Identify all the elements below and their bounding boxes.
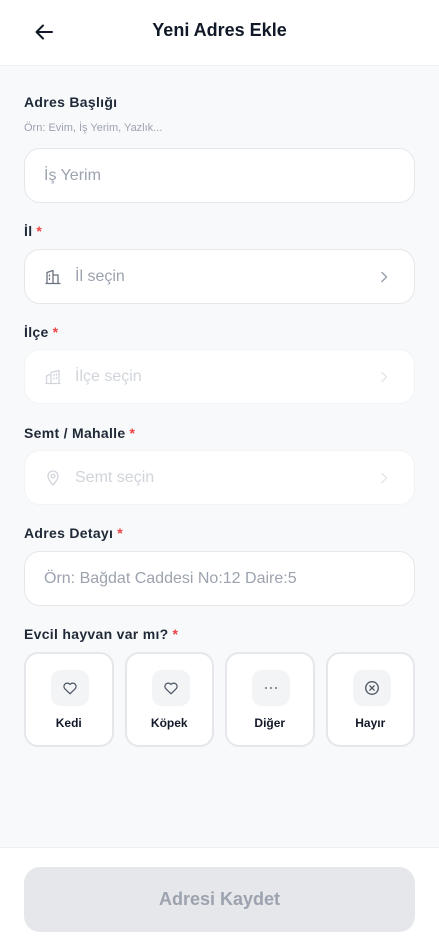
pet-option-hayir[interactable]: Hayır — [325, 652, 415, 747]
heart-icon — [51, 670, 89, 706]
address-title-label: Adres Başlığı — [24, 94, 118, 110]
district-select[interactable]: İlçe seçin — [24, 349, 415, 404]
heart-icon — [151, 670, 190, 706]
required-mark: * — [129, 425, 136, 441]
address-detail-label: Adres Detayı * — [24, 525, 123, 541]
address-title-input[interactable]: İş Yerim — [24, 148, 415, 203]
save-address-button[interactable]: Adresi Kaydet — [24, 867, 415, 932]
pet-option-kopek[interactable]: Köpek — [124, 652, 214, 747]
address-detail-input[interactable]: Örn: Bağdat Caddesi No:12 Daire:5 — [24, 551, 415, 606]
app-header: Yeni Adres Ekle — [0, 0, 439, 66]
buildings-icon — [45, 369, 61, 385]
pet-option-label: Hayır — [355, 716, 386, 730]
city-select[interactable]: İl seçin — [24, 249, 415, 304]
page-title: Yeni Adres Ekle — [152, 20, 287, 40]
district-label: İlçe * — [24, 324, 59, 340]
chevron-right-icon — [378, 472, 390, 484]
required-mark: * — [117, 525, 123, 541]
map-pin-icon — [45, 469, 61, 486]
pet-option-label: Köpek — [150, 716, 188, 730]
pet-label: Evcil hayvan var mı? * — [24, 626, 179, 642]
address-title-placeholder: İş Yerim — [44, 166, 101, 184]
pet-option-diger[interactable]: Diğer — [225, 652, 315, 747]
required-mark: * — [36, 223, 43, 239]
building-icon — [45, 269, 61, 285]
footer-bar: Adresi Kaydet — [0, 847, 439, 951]
x-circle-icon — [352, 670, 391, 706]
neighborhood-select[interactable]: Semt seçin — [24, 450, 415, 505]
required-mark: * — [52, 324, 59, 340]
pet-option-kedi[interactable]: Kedi — [24, 652, 114, 747]
city-placeholder: İl seçin — [75, 267, 125, 285]
district-placeholder: İlçe seçin — [75, 367, 142, 385]
address-title-hint: Örn: Evim, İş Yerim, Yazlık... — [24, 122, 163, 134]
chevron-right-icon — [378, 371, 390, 383]
neighborhood-placeholder: Semt seçin — [75, 468, 155, 486]
required-mark: * — [172, 626, 179, 642]
city-label: İl * — [24, 223, 43, 239]
pet-option-label: Kedi — [55, 716, 82, 730]
address-detail-placeholder: Örn: Bağdat Caddesi No:12 Daire:5 — [44, 569, 297, 587]
chevron-right-icon — [378, 271, 390, 283]
pet-options: Kedi Köpek Diğer Hayır — [24, 652, 415, 747]
pet-option-label: Diğer — [254, 716, 286, 730]
more-icon — [252, 670, 290, 706]
neighborhood-label: Semt / Mahalle * — [24, 425, 136, 441]
